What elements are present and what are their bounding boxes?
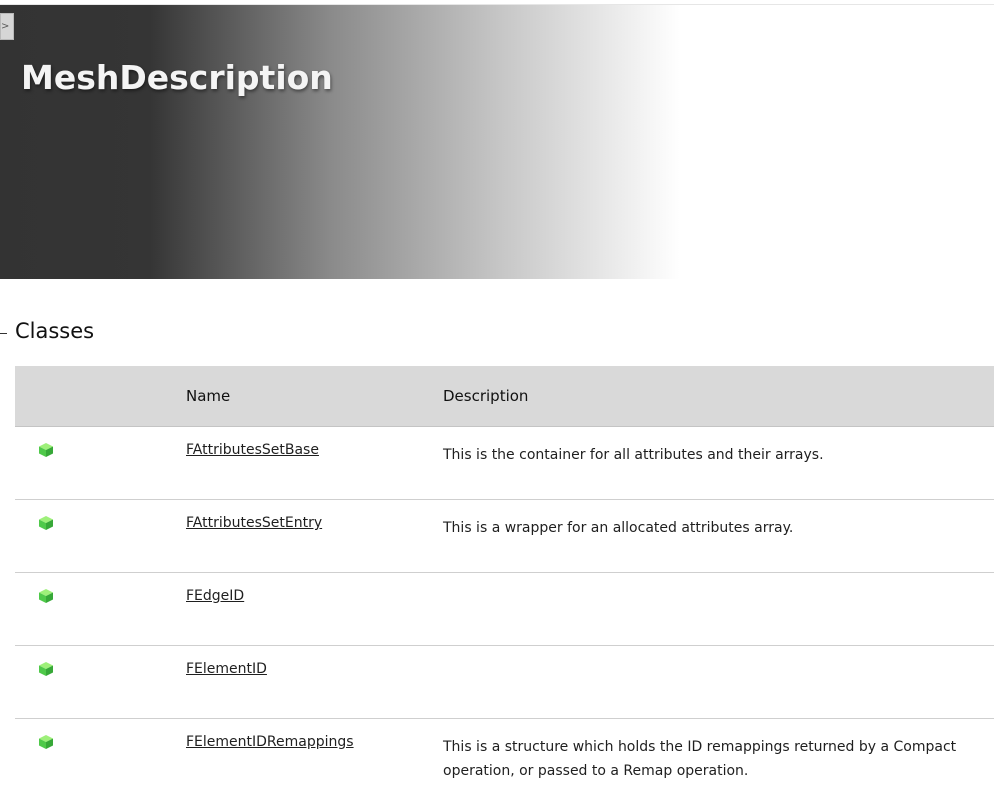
classes-table: Name Description FAttributesSetBase This…: [15, 366, 994, 792]
header-icon-column: [15, 366, 186, 427]
table-header-row: Name Description: [15, 366, 994, 427]
name-cell: FElementID: [186, 645, 443, 719]
sidebar-toggle-button[interactable]: >: [0, 13, 14, 40]
description-cell: This is a structure which holds the ID r…: [443, 739, 957, 779]
description-cell: [443, 645, 994, 719]
name-cell: FElementIDRemappings: [186, 719, 443, 792]
name-cell: FEdgeID: [186, 572, 443, 646]
class-link[interactable]: FElementIDRemappings: [186, 734, 354, 750]
description-cell: [443, 572, 994, 646]
table-row: FAttributesSetEntry This is a wrapper fo…: [15, 499, 994, 573]
table-row: FEdgeID: [15, 572, 994, 646]
name-cell: FAttributesSetBase: [186, 426, 443, 500]
icon-cell: [15, 499, 186, 573]
description-cell: This is the container for all attributes…: [443, 426, 994, 500]
class-cube-icon: [38, 734, 186, 750]
header-description: Description: [443, 366, 994, 427]
class-link[interactable]: FAttributesSetEntry: [186, 515, 322, 531]
description-cell: This is a wrapper for an allocated attri…: [443, 499, 994, 573]
section-title-classes: Classes: [15, 319, 95, 343]
class-link[interactable]: FEdgeID: [186, 588, 244, 604]
header-name: Name: [186, 366, 443, 427]
name-cell: FAttributesSetEntry: [186, 499, 443, 573]
class-cube-icon: [38, 442, 186, 458]
table-row: FElementID: [15, 645, 994, 719]
expand-arrow-icon: >: [1, 21, 10, 32]
icon-cell: [15, 426, 186, 500]
icon-cell: [15, 572, 186, 646]
class-cube-icon: [38, 661, 186, 677]
class-cube-icon: [38, 588, 186, 604]
icon-cell: [15, 645, 186, 719]
icon-cell: [15, 719, 186, 792]
table-row: FElementIDRemappings This is a structure…: [15, 719, 994, 792]
class-cube-icon: [38, 515, 186, 531]
class-link[interactable]: FElementID: [186, 661, 267, 677]
table-row: FAttributesSetBase This is the container…: [15, 426, 994, 500]
class-link[interactable]: FAttributesSetBase: [186, 442, 319, 458]
page-title: MeshDescription: [21, 58, 333, 97]
hero-banner: [0, 5, 994, 279]
section-collapse-marker[interactable]: [0, 333, 7, 334]
